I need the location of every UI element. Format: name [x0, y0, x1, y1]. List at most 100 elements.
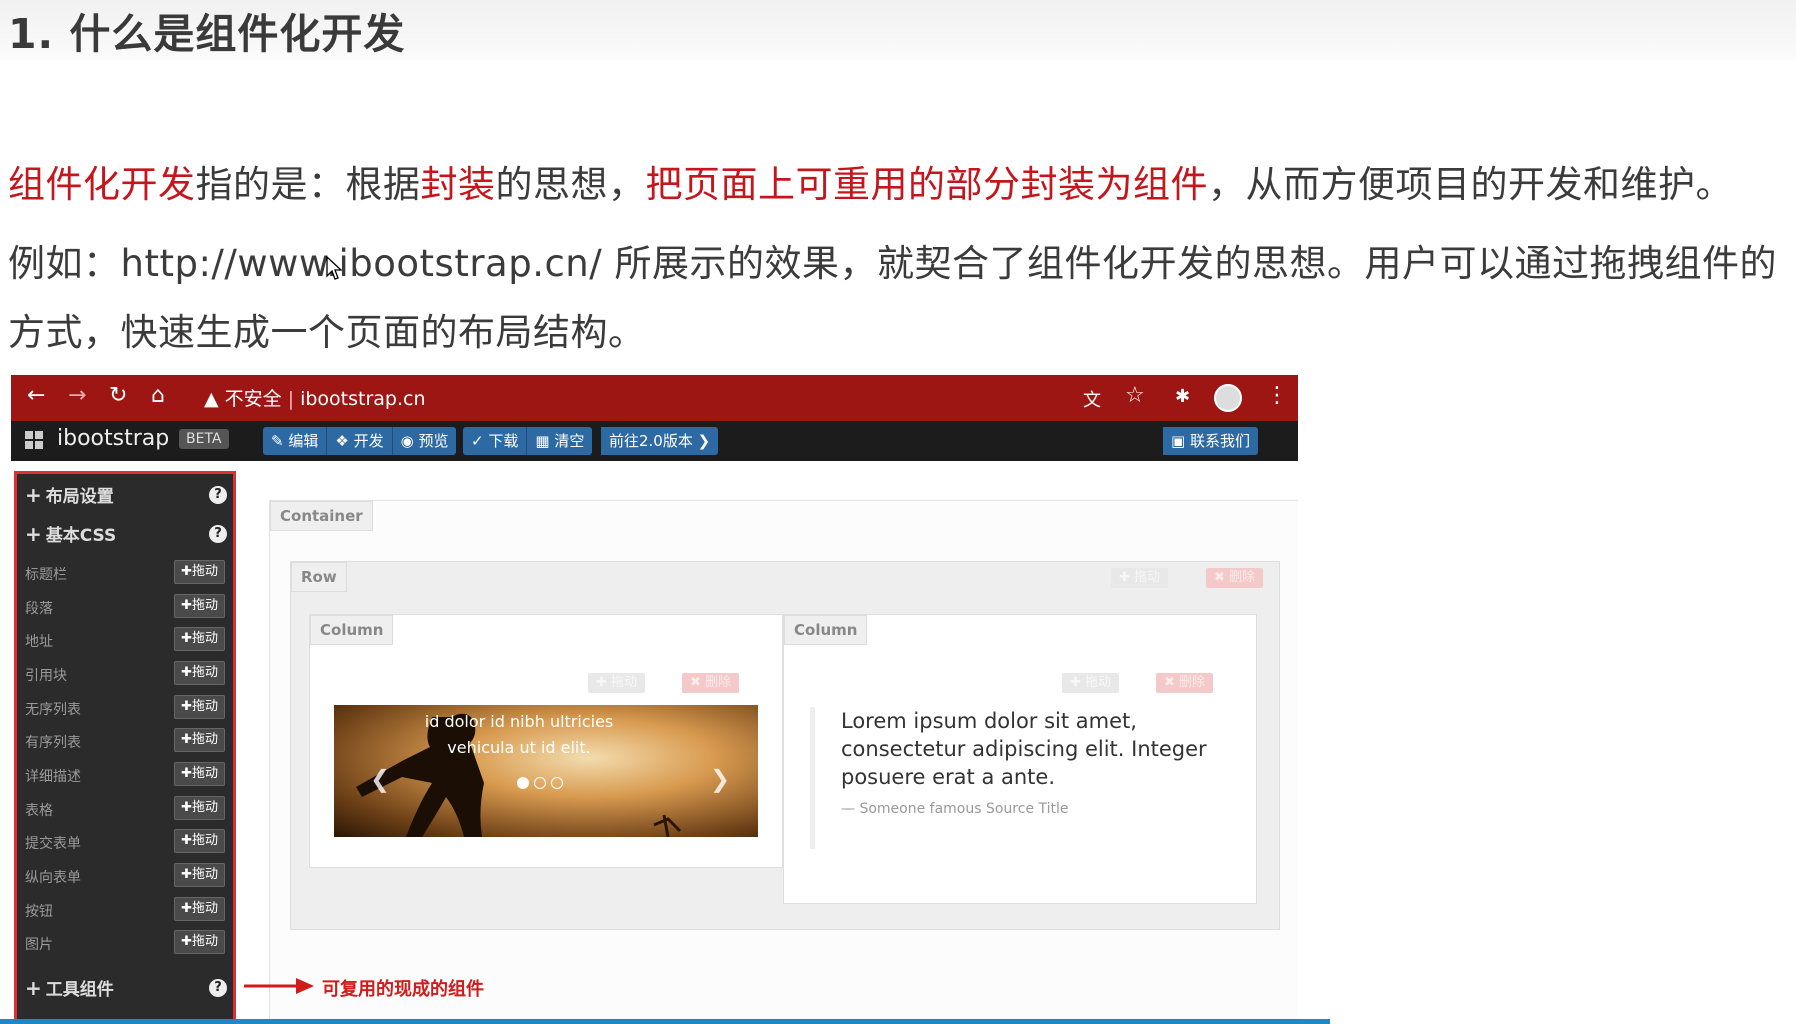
row-delete-button[interactable]: ✖ 删除 [1206, 568, 1264, 588]
row-block[interactable]: Row ✚ 拖动 ✖ 删除 Column ✚ 拖动 ✖ 删除 id dolor … [290, 561, 1280, 930]
drag-label: 拖动 [611, 675, 638, 690]
drag-label: 拖动 [191, 867, 218, 882]
drag-button[interactable]: ✚拖动 [174, 661, 225, 685]
chevron-left-icon[interactable]: ❮ [370, 765, 390, 793]
carousel[interactable]: id dolor id nibh ultricies vehicula ut i… [334, 705, 758, 837]
help-icon[interactable]: ? [209, 486, 227, 504]
drag-button[interactable]: ✚拖动 [174, 627, 225, 651]
browser-toolbar: ← → ↻ ⌂ ▲ 不安全 | ibootstrap.cn 文 ☆ ✱ ⋮ [11, 375, 1298, 421]
drag-label: 拖动 [191, 732, 218, 747]
version-group: 前往2.0版本 ❯ [601, 427, 719, 455]
drag-button[interactable]: ✚拖动 [174, 863, 225, 887]
drag-button[interactable]: ✚拖动 [174, 560, 225, 584]
section-tools[interactable]: + 工具组件? [25, 975, 231, 1003]
version-label: 前往2.0版本 [609, 432, 693, 450]
download-button[interactable]: ✓ 下载 [463, 427, 528, 455]
item-label: 无序列表 [25, 702, 81, 718]
plus-icon: + [25, 976, 42, 1000]
indicator-dot[interactable] [534, 777, 546, 789]
column-left[interactable]: Column ✚ 拖动 ✖ 删除 id dolor id nibh ultric… [309, 614, 783, 868]
item-label: 按钮 [25, 904, 53, 920]
drag-button[interactable]: ✚拖动 [174, 762, 225, 786]
layout-canvas: Container Row ✚ 拖动 ✖ 删除 Column ✚ 拖动 ✖ 删除… [269, 500, 1298, 1024]
preview-button[interactable]: ◉ 预览 [392, 427, 457, 455]
brand-name[interactable]: ibootstrap [57, 426, 169, 451]
plus-icon: + [25, 483, 42, 507]
help-icon[interactable]: ? [209, 525, 227, 543]
beta-badge: BETA [179, 429, 229, 449]
chevron-right-icon[interactable]: ❯ [710, 765, 730, 793]
drag-button[interactable]: ✚拖动 [174, 796, 225, 820]
drag-button[interactable]: ✚拖动 [174, 594, 225, 618]
list-item: 图片 ✚拖动 [25, 930, 231, 960]
address-bar[interactable]: ▲ 不安全 | ibootstrap.cn [204, 384, 426, 411]
reload-icon[interactable]: ↻ [109, 383, 127, 408]
contact-button[interactable]: ▣ 联系我们 [1163, 427, 1258, 455]
translate-icon[interactable]: 文 [1083, 386, 1101, 412]
carousel-indicators [517, 777, 563, 789]
arrow-right-icon [244, 978, 314, 994]
edit-button[interactable]: ✎ 编辑 [263, 427, 328, 455]
carousel-caption: id dolor id nibh ultricies vehicula ut i… [424, 712, 614, 757]
column-delete-button[interactable]: ✖ 删除 [1156, 673, 1214, 693]
preview-label: 预览 [418, 432, 449, 450]
indicator-dot[interactable] [517, 777, 529, 789]
indicator-dot[interactable] [551, 777, 563, 789]
back-arrow-icon[interactable]: ← [27, 383, 45, 408]
section-layout[interactable]: + 布局设置? [25, 482, 231, 510]
drag-label: 拖动 [191, 564, 218, 579]
highlight-phrase: 把页面上可重用的部分封装为组件 [645, 163, 1208, 206]
edit-label: 编辑 [288, 432, 319, 450]
drag-button[interactable]: ✚拖动 [174, 897, 225, 921]
text-segment: 指的是：根据 [195, 163, 421, 206]
column-drag-button[interactable]: ✚ 拖动 [588, 673, 646, 693]
component-sidebar: + 布局设置? + 基本CSS? 标题栏 ✚拖动 段落 ✚拖动 地址 ✚拖动 引用块 ✚拖动… [14, 471, 236, 1024]
delete-label: 删除 [1179, 675, 1206, 690]
paragraph-definition: 组件化开发指的是：根据封装的思想，把页面上可重用的部分封装为组件，从而方便项目的… [8, 154, 1733, 208]
item-label: 段落 [25, 601, 53, 617]
home-icon[interactable]: ⌂ [151, 383, 165, 408]
version-button[interactable]: 前往2.0版本 ❯ [601, 427, 719, 455]
list-item: 标题栏 ✚拖动 [25, 560, 231, 590]
paragraph-example-cont: 方式，快速生成一个页面的布局结构。 [8, 311, 646, 354]
drag-label: 拖动 [191, 699, 218, 714]
delete-label: 删除 [705, 675, 732, 690]
section-basic-css[interactable]: + 基本CSS? [25, 521, 231, 549]
row-label: Row [291, 562, 347, 592]
item-label: 提交表单 [25, 836, 81, 852]
list-item: 地址 ✚拖动 [25, 627, 231, 657]
column-delete-button[interactable]: ✖ 删除 [682, 673, 740, 693]
drag-label: 拖动 [191, 766, 218, 781]
url-text: ibootstrap.cn [300, 388, 426, 410]
drag-button[interactable]: ✚拖动 [174, 728, 225, 752]
highlight-term: 封装 [420, 163, 496, 206]
avatar[interactable] [1214, 384, 1242, 412]
column-label: Column [784, 615, 868, 645]
drag-button[interactable]: ✚拖动 [174, 930, 225, 954]
menu-dots-icon[interactable]: ⋮ [1266, 383, 1288, 408]
insecure-label: 不安全 [224, 388, 282, 410]
list-item: 段落 ✚拖动 [25, 594, 231, 624]
drag-button[interactable]: ✚拖动 [174, 829, 225, 853]
column-right[interactable]: Column ✚ 拖动 ✖ 删除 Lorem ipsum dolor sit a… [783, 614, 1257, 904]
column-drag-button[interactable]: ✚ 拖动 [1062, 673, 1120, 693]
drag-label: 拖动 [1085, 675, 1112, 690]
star-icon[interactable]: ☆ [1125, 383, 1145, 408]
list-item: 无序列表 ✚拖动 [25, 695, 231, 725]
list-item: 引用块 ✚拖动 [25, 661, 231, 691]
app-navbar: ibootstrap BETA ✎ 编辑 ❖ 开发 ◉ 预览 ✓ 下载 ▦ 清空… [11, 421, 1298, 461]
extensions-icon[interactable]: ✱ [1175, 386, 1190, 407]
edit-mode-group: ✎ 编辑 ❖ 开发 ◉ 预览 [263, 427, 457, 455]
column-label: Column [310, 615, 394, 645]
help-icon[interactable]: ? [209, 979, 227, 997]
windows-logo-icon [25, 431, 45, 451]
forward-arrow-icon[interactable]: → [68, 383, 86, 408]
list-item: 详细描述 ✚拖动 [25, 762, 231, 792]
contact-group: ▣ 联系我们 [1163, 427, 1258, 455]
item-label: 图片 [25, 937, 53, 953]
develop-button[interactable]: ❖ 开发 [327, 427, 393, 455]
clear-button[interactable]: ▦ 清空 [527, 427, 593, 455]
quote-text: Lorem ipsum dolor sit amet, consectetur … [841, 709, 1207, 789]
drag-button[interactable]: ✚拖动 [174, 695, 225, 719]
row-drag-button[interactable]: ✚ 拖动 [1111, 568, 1169, 588]
